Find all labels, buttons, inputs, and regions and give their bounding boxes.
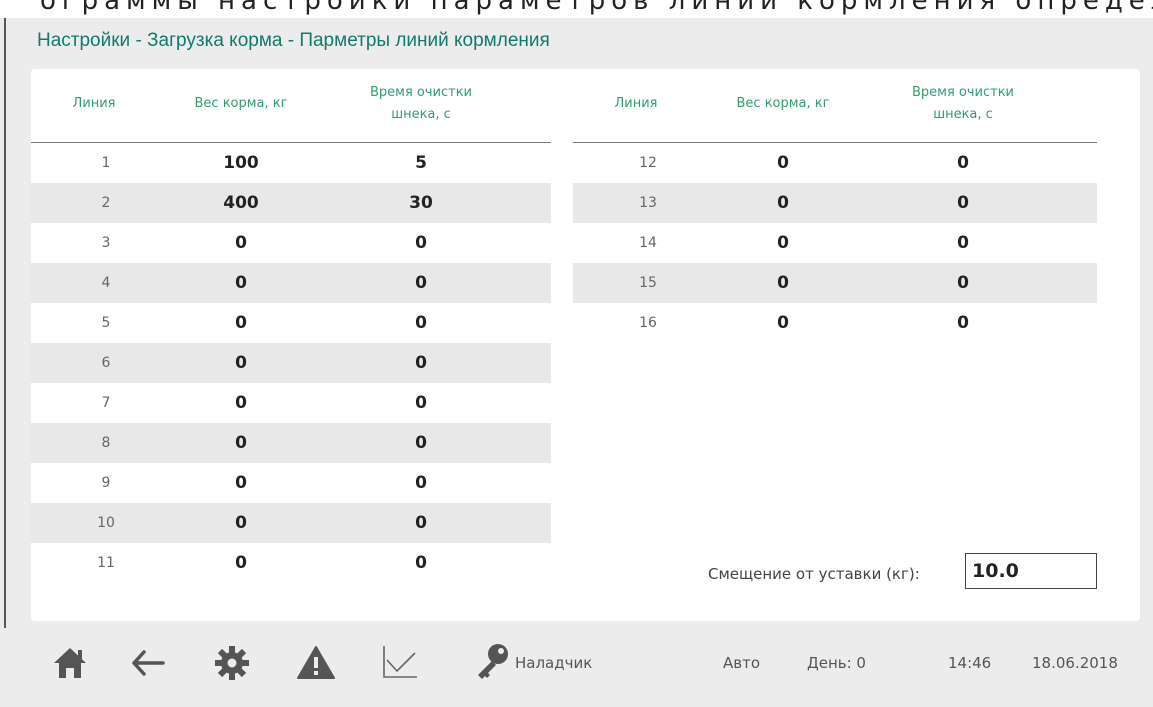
table-row: 1 100 5 — [31, 143, 551, 183]
key-icon[interactable] — [474, 642, 510, 680]
feed-lines-table-left: Линия Вес корма, кг Время очистки шнека,… — [31, 69, 551, 583]
feed-weight-cell[interactable]: 0 — [166, 263, 316, 303]
gear-icon[interactable] — [214, 645, 250, 681]
clean-time-cell[interactable]: 0 — [898, 183, 1028, 223]
table-row: 3 00 — [31, 223, 551, 263]
table-row: 8 00 — [31, 423, 551, 463]
table-body: 1 100 5 2 400 30 3 0 0 4 0 0 5 0 0 6 0 0 7 0 0 8 0 0 9 0 0 10 0 0 11 0 0 — [31, 143, 551, 583]
clean-time-cell[interactable]: 0 — [356, 303, 486, 343]
clean-time-cell[interactable]: 0 — [898, 143, 1028, 183]
line-number-cell: 8 — [101, 435, 111, 451]
line-number-cell: 12 — [639, 155, 657, 171]
feed-weight-cell[interactable]: 0 — [166, 543, 316, 583]
warning-icon[interactable] — [297, 645, 335, 679]
table-row: 11 0 0 — [31, 543, 551, 583]
feed-weight-cell[interactable]: 0 — [708, 263, 858, 303]
line-number-cell: 10 — [97, 515, 115, 531]
column-header-weight: Вес корма, кг — [736, 96, 830, 111]
line-number-cell: 7 — [101, 395, 111, 411]
offset-input[interactable] — [965, 553, 1097, 589]
line-number-cell: 15 — [639, 275, 657, 291]
clean-time-cell[interactable]: 0 — [356, 503, 486, 543]
clean-time-cell[interactable]: 0 — [356, 423, 486, 463]
clean-time-cell[interactable]: 0 — [898, 263, 1028, 303]
page-title: Настройки - Загрузка корма - Парметры ли… — [37, 30, 550, 51]
line-number-cell: 3 — [101, 235, 111, 251]
table-header: Линия Вес корма, кг Время очистки шнека,… — [31, 69, 551, 143]
line-number-cell: 1 — [101, 155, 111, 171]
line-number-cell: 6 — [101, 355, 111, 371]
clean-time-cell[interactable]: 0 — [356, 463, 486, 503]
line-number-cell: 5 — [101, 315, 111, 331]
clean-time-cell[interactable]: 0 — [898, 223, 1028, 263]
current-date: 18.06.2018 — [1032, 654, 1118, 672]
feed-weight-cell[interactable]: 0 — [166, 423, 316, 463]
table-row: 9 00 — [31, 463, 551, 503]
table-row: 15 0 0 — [573, 263, 1097, 303]
table-body: 12 0 0 13 0 0 14 0 0 15 0 0 16 0 0 — [573, 143, 1097, 343]
clean-time-cell[interactable]: 0 — [356, 543, 486, 583]
back-arrow-icon[interactable] — [131, 650, 165, 676]
column-header-clean-time: Время очистки шнека, с — [369, 85, 473, 122]
column-header-weight: Вес корма, кг — [194, 96, 288, 111]
feed-weight-cell[interactable]: 0 — [166, 303, 316, 343]
table-row: 6 00 — [31, 343, 551, 383]
clean-time-cell[interactable]: 5 — [356, 143, 486, 183]
feed-weight-cell[interactable]: 0 — [708, 143, 858, 183]
clean-time-cell[interactable]: 0 — [356, 343, 486, 383]
cropped-top-strip: ограммы настройки параметров линий кормл… — [0, 0, 1153, 18]
feed-weight-cell[interactable]: 0 — [708, 223, 858, 263]
table-row: 16 0 0 — [573, 303, 1097, 343]
column-header-clean-time: Время очистки шнека, с — [911, 85, 1015, 122]
feed-weight-cell[interactable]: 400 — [166, 183, 316, 223]
user-role-label: Наладчик — [515, 654, 593, 672]
line-number-cell: 9 — [101, 475, 111, 491]
feed-weight-cell[interactable]: 0 — [166, 463, 316, 503]
window-left-border — [4, 18, 6, 707]
line-number-cell: 11 — [97, 555, 115, 571]
feed-weight-cell[interactable]: 100 — [166, 143, 316, 183]
table-header: Линия Вес корма, кг Время очистки шнека,… — [573, 69, 1097, 143]
mode-status: Авто — [723, 654, 761, 672]
feed-weight-cell[interactable]: 0 — [708, 303, 858, 343]
day-counter: День: 0 — [807, 654, 866, 672]
feed-weight-cell[interactable]: 0 — [708, 183, 858, 223]
table-row: 13 0 0 — [573, 183, 1097, 223]
feed-weight-cell[interactable]: 0 — [166, 383, 316, 423]
feed-lines-table-right: Линия Вес корма, кг Время очистки шнека,… — [573, 69, 1097, 343]
line-number-cell: 14 — [639, 235, 657, 251]
line-number-cell: 16 — [639, 315, 657, 331]
table-row: 2 400 30 — [31, 183, 551, 223]
clean-time-cell[interactable]: 0 — [356, 263, 486, 303]
cropped-text-fragment: ограммы настройки параметров линий кормл… — [40, 0, 1153, 16]
column-header-line: Линия — [614, 96, 658, 111]
line-number-cell: 13 — [639, 195, 657, 211]
table-row: 14 0 0 — [573, 223, 1097, 263]
line-number-cell: 4 — [101, 275, 111, 291]
line-number-cell: 2 — [101, 195, 111, 211]
feed-weight-cell[interactable]: 0 — [166, 343, 316, 383]
clean-time-cell[interactable]: 30 — [356, 183, 486, 223]
table-row: 7 00 — [31, 383, 551, 423]
feed-weight-cell[interactable]: 0 — [166, 223, 316, 263]
column-header-line: Линия — [72, 96, 116, 111]
settings-panel: Линия Вес корма, кг Время очистки шнека,… — [31, 69, 1140, 621]
feed-weight-cell[interactable]: 0 — [166, 503, 316, 543]
table-row: 5 00 — [31, 303, 551, 343]
clean-time-cell[interactable]: 0 — [356, 223, 486, 263]
clock-time: 14:46 — [948, 654, 992, 672]
clean-time-cell[interactable]: 0 — [356, 383, 486, 423]
chart-icon[interactable] — [381, 644, 419, 680]
bottom-toolbar: Наладчик Авто День: 0 14:46 18.06.2018 — [0, 628, 1153, 707]
table-row: 12 0 0 — [573, 143, 1097, 183]
clean-time-cell[interactable]: 0 — [898, 303, 1028, 343]
table-row: 4 00 — [31, 263, 551, 303]
offset-label: Смещение от уставки (кг): — [708, 565, 920, 583]
home-icon[interactable] — [52, 646, 88, 680]
table-row: 10 0 0 — [31, 503, 551, 543]
